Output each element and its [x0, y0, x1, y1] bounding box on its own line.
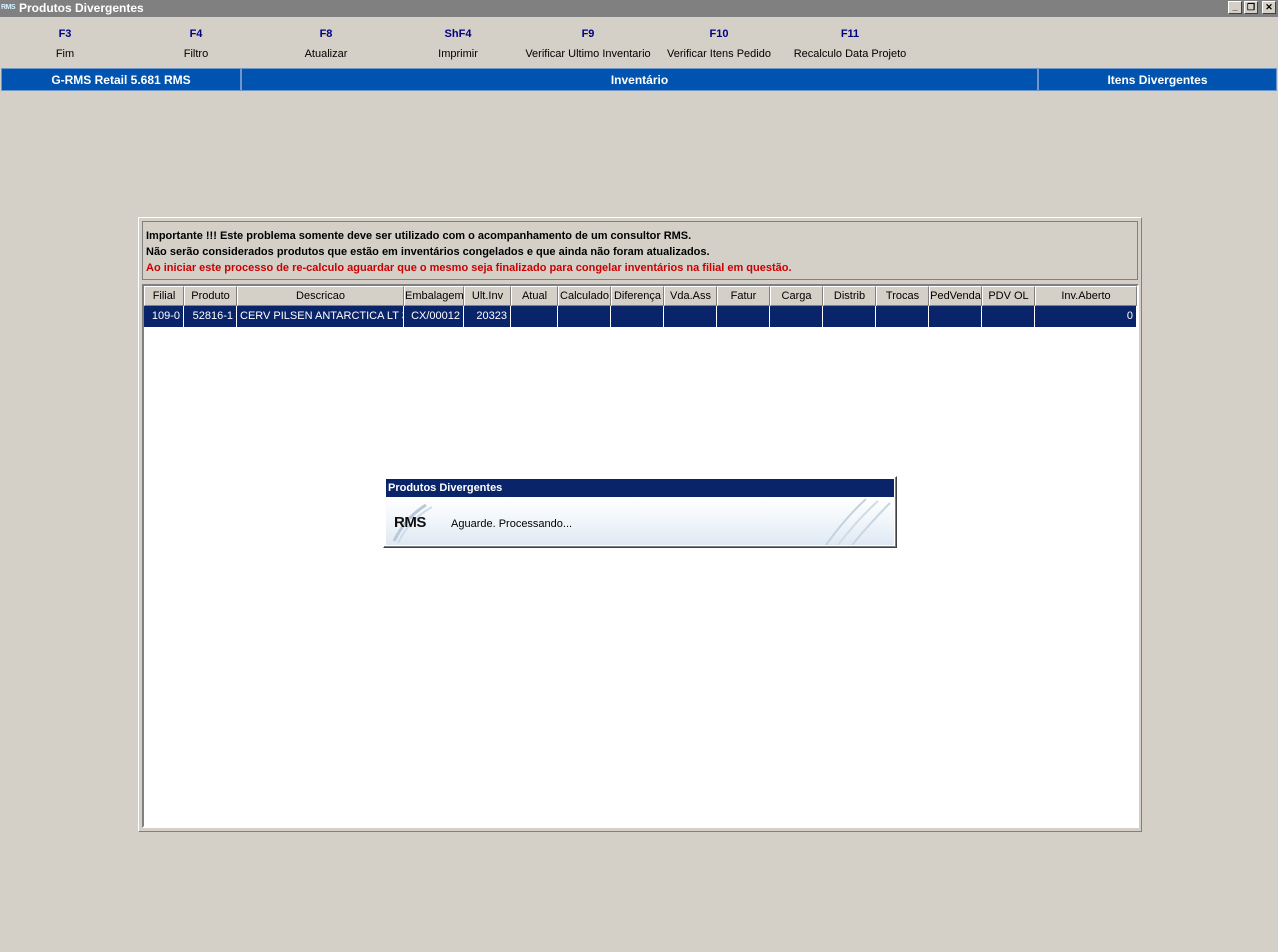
module-title: Inventário	[241, 68, 1038, 91]
close-button[interactable]: ✕	[1262, 1, 1276, 14]
shf4-imprimir-button[interactable]: ShF4 Imprimir	[388, 28, 528, 60]
fkey-label: Filtro	[183, 48, 209, 60]
cell-trocas[interactable]	[876, 306, 929, 327]
restore-button[interactable]: ❐	[1244, 1, 1258, 14]
cell-embalagem[interactable]: CX/00012	[404, 306, 464, 327]
cell-carga[interactable]	[770, 306, 823, 327]
col-header-carga[interactable]: Carga	[770, 286, 823, 306]
fkey-code: ShF4	[444, 28, 472, 40]
restore-icon: ❐	[1246, 2, 1256, 12]
info-line-warning: Ao iniciar este processo de re-calculo a…	[146, 262, 792, 274]
fkey-code: F9	[581, 28, 595, 40]
info-message-box: Importante !!! Este problema somente dev…	[142, 221, 1138, 280]
col-header-diferenca[interactable]: Diferença	[611, 286, 664, 306]
col-header-embalagem[interactable]: Embalagem	[404, 286, 464, 306]
function-key-toolbar: F3 Fim F4 Filtro F8 Atualizar ShF4 Impri…	[0, 17, 1278, 67]
dialog-body: RMS Aguarde. Processando...	[386, 497, 894, 545]
processing-dialog: Produtos Divergentes RMS Aguarde. Proces…	[383, 476, 897, 548]
fkey-code: F11	[840, 28, 860, 40]
fkey-label: Imprimir	[438, 48, 478, 60]
col-header-produto[interactable]: Produto	[184, 286, 237, 306]
cell-filial[interactable]: 109-0	[144, 306, 184, 327]
cell-distrib[interactable]	[823, 306, 876, 327]
fkey-label: Verificar Ultimo Inventario	[525, 48, 651, 60]
info-line-frozen: Não serão considerados produtos que estã…	[146, 246, 710, 258]
fkey-code: F4	[189, 28, 203, 40]
col-header-calculado[interactable]: Calculado	[558, 286, 611, 306]
f11-recalculo-data-projeto-button[interactable]: F11 Recalculo Data Projeto	[780, 28, 920, 60]
fkey-label: Fim	[55, 48, 75, 60]
fkey-label: Verificar Itens Pedido	[667, 48, 771, 60]
col-header-ult-inv[interactable]: Ult.Inv	[464, 286, 511, 306]
col-header-fatur[interactable]: Fatur	[717, 286, 770, 306]
col-header-inv-aberto[interactable]: Inv.Aberto	[1035, 286, 1137, 306]
col-header-distrib[interactable]: Distrib	[823, 286, 876, 306]
fkey-code: F3	[58, 28, 72, 40]
f8-atualizar-button[interactable]: F8 Atualizar	[256, 28, 396, 60]
system-version-label: G-RMS Retail 5.681 RMS	[1, 68, 241, 91]
fkey-label: Recalculo Data Projeto	[793, 48, 907, 60]
f4-filtro-button[interactable]: F4 Filtro	[126, 28, 266, 60]
cell-vda-ass[interactable]	[664, 306, 717, 327]
cell-diferenca[interactable]	[611, 306, 664, 327]
cell-fatur[interactable]	[717, 306, 770, 327]
f9-verificar-ultimo-inventario-button[interactable]: F9 Verificar Ultimo Inventario	[518, 28, 658, 60]
close-icon: ✕	[1265, 2, 1273, 12]
cell-inv-aberto[interactable]: 0	[1035, 306, 1137, 327]
col-header-trocas[interactable]: Trocas	[876, 286, 929, 306]
window-titlebar: RMS Produtos Divergentes _ ❐ ✕	[0, 0, 1278, 17]
cell-atual[interactable]	[511, 306, 558, 327]
divergent-products-grid[interactable]: Filial Produto Descricao Embalagem Ult.I…	[142, 284, 1139, 828]
col-header-pedvenda[interactable]: PedVenda	[929, 286, 982, 306]
col-header-filial[interactable]: Filial	[144, 286, 184, 306]
window-title: Produtos Divergentes	[19, 1, 144, 15]
cell-descricao[interactable]: CERV PILSEN ANTARCTICA LT 350	[237, 306, 404, 327]
dialog-title: Produtos Divergentes	[386, 479, 894, 497]
fkey-code: F10	[709, 28, 729, 40]
minimize-icon: _	[1232, 2, 1238, 12]
fkey-code: F8	[319, 28, 333, 40]
col-header-descricao[interactable]: Descricao	[237, 286, 404, 306]
col-header-vda-ass[interactable]: Vda.Ass	[664, 286, 717, 306]
cell-pedvenda[interactable]	[929, 306, 982, 327]
cell-calculado[interactable]	[558, 306, 611, 327]
cell-ult-inv[interactable]: 20323	[464, 306, 511, 327]
info-line-important: Importante !!! Este problema somente dev…	[146, 230, 692, 242]
col-header-atual[interactable]: Atual	[511, 286, 558, 306]
rms-logo: RMS	[394, 514, 426, 531]
fkey-label: Atualizar	[304, 48, 348, 60]
f10-verificar-itens-pedido-button[interactable]: F10 Verificar Itens Pedido	[649, 28, 789, 60]
processing-message: Aguarde. Processando...	[451, 518, 573, 530]
cell-pdv-ol[interactable]	[982, 306, 1035, 327]
f3-fim-button[interactable]: F3 Fim	[0, 28, 135, 60]
screen-title: Itens Divergentes	[1038, 68, 1277, 91]
minimize-button[interactable]: _	[1228, 1, 1242, 14]
col-header-pdv-ol[interactable]: PDV OL	[982, 286, 1035, 306]
rms-app-icon: RMS	[1, 4, 16, 11]
cell-produto[interactable]: 52816-1	[184, 306, 237, 327]
